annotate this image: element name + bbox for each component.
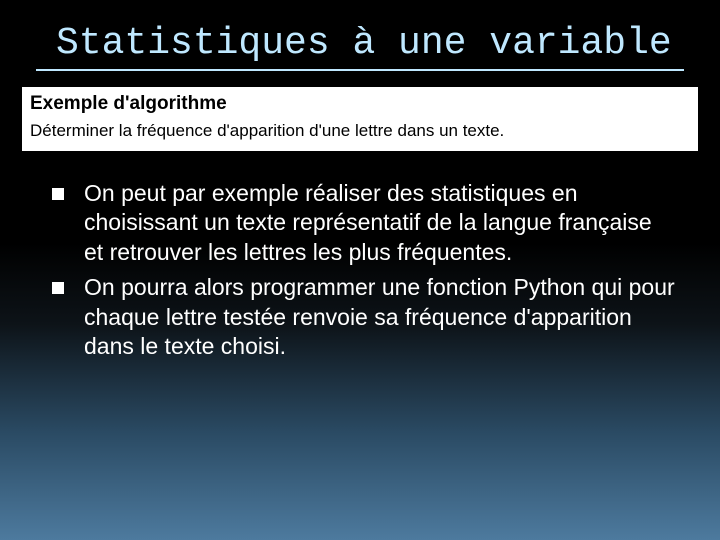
example-sub: Déterminer la fréquence d'apparition d'u…: [30, 121, 690, 141]
example-box: Exemple d'algorithme Déterminer la fréqu…: [22, 87, 698, 151]
slide: Statistiques à une variable Exemple d'al…: [0, 0, 720, 540]
list-item: On peut par exemple réaliser des statist…: [44, 179, 676, 267]
bullet-text: On peut par exemple réaliser des statist…: [84, 179, 676, 267]
bullet-text: On pourra alors programmer une fonction …: [84, 273, 676, 361]
list-item: On pourra alors programmer une fonction …: [44, 273, 676, 361]
slide-title: Statistiques à une variable: [0, 0, 720, 65]
bullet-list: On peut par exemple réaliser des statist…: [44, 179, 676, 362]
bullet-square-icon: [52, 282, 64, 294]
bullet-square-icon: [52, 188, 64, 200]
title-underline: [36, 69, 684, 71]
example-heading: Exemple d'algorithme: [30, 93, 690, 115]
